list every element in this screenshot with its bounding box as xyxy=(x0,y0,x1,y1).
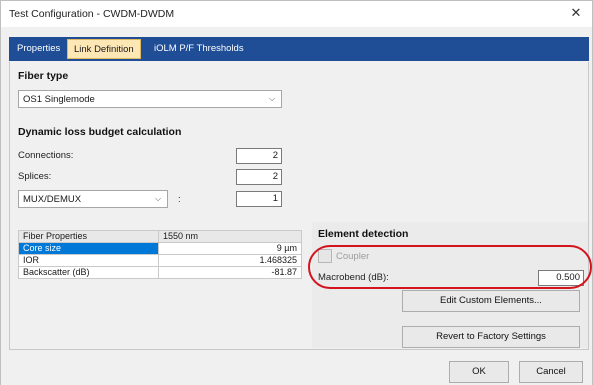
edit-custom-elements-button[interactable]: Edit Custom Elements... xyxy=(402,290,580,312)
splices-label: Splices: xyxy=(18,171,52,182)
table-row[interactable]: IOR 1.468325 xyxy=(18,254,302,267)
fiber-type-select[interactable]: OS1 Singlemode ⌵ xyxy=(18,90,282,108)
window-title: Test Configuration - CWDM-DWDM xyxy=(9,8,175,20)
table-header-row: Fiber Properties 1550 nm xyxy=(18,230,302,243)
table-row[interactable]: Backscatter (dB) -81.87 xyxy=(18,266,302,279)
fiber-type-value: OS1 Singlemode xyxy=(23,94,95,105)
tab-iolm-thresholds[interactable]: iOLM P/F Thresholds xyxy=(148,39,250,59)
splices-input[interactable]: 2 xyxy=(236,169,282,185)
table-cell[interactable]: -81.87 xyxy=(158,266,302,279)
dialog-window: Test Configuration - CWDM-DWDM ✕ Propert… xyxy=(0,0,593,385)
cancel-button[interactable]: Cancel xyxy=(519,361,583,383)
table-cell: IOR xyxy=(18,254,159,267)
chevron-down-icon: ⌵ xyxy=(155,194,162,203)
connections-label: Connections: xyxy=(18,150,74,161)
chevron-down-icon: ⌵ xyxy=(269,94,276,103)
macrobend-highlight xyxy=(308,245,592,289)
close-icon[interactable]: ✕ xyxy=(568,5,584,21)
revert-factory-settings-button[interactable]: Revert to Factory Settings xyxy=(402,326,580,348)
loss-budget-title: Dynamic loss budget calculation xyxy=(18,126,182,138)
component-count-input[interactable]: 1 xyxy=(236,191,282,207)
table-cell: Backscatter (dB) xyxy=(18,266,159,279)
table-cell[interactable]: 1.468325 xyxy=(158,254,302,267)
connections-input[interactable]: 2 xyxy=(236,148,282,164)
table-header-cell: 1550 nm xyxy=(158,230,302,243)
ok-button[interactable]: OK xyxy=(449,361,509,383)
tab-bar: Properties Link Definition iOLM P/F Thre… xyxy=(9,37,589,61)
colon-label: : xyxy=(178,194,181,205)
fiber-type-title: Fiber type xyxy=(18,70,69,82)
component-select[interactable]: MUX/DEMUX ⌵ xyxy=(18,190,168,208)
table-row[interactable]: Core size 9 µm xyxy=(18,242,302,255)
dialog-footer: OK Cancel xyxy=(1,353,592,385)
tab-link-definition[interactable]: Link Definition xyxy=(67,39,141,59)
fiber-properties-table: Fiber Properties 1550 nm Core size 9 µm … xyxy=(18,230,302,279)
link-definition-panel: Fiber type OS1 Singlemode ⌵ Dynamic loss… xyxy=(9,62,589,350)
title-bar: Test Configuration - CWDM-DWDM ✕ xyxy=(1,1,592,27)
element-detection-title: Element detection xyxy=(318,228,409,240)
table-cell: Core size xyxy=(18,242,159,255)
table-cell[interactable]: 9 µm xyxy=(158,242,302,255)
tab-properties[interactable]: Properties xyxy=(11,39,66,59)
component-value: MUX/DEMUX xyxy=(23,194,82,205)
table-header-cell: Fiber Properties xyxy=(18,230,159,243)
